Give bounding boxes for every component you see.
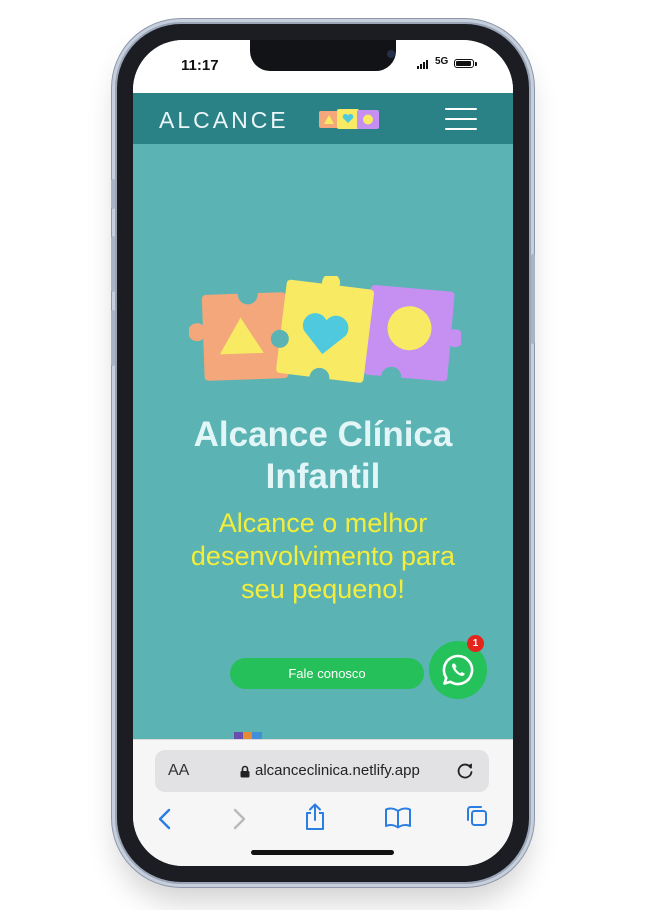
whatsapp-notification-badge: 1 <box>467 635 484 652</box>
whatsapp-icon <box>442 654 474 686</box>
hero-subtitle: Alcance o melhor desenvolvimento para se… <box>145 507 501 606</box>
hamburger-menu-icon[interactable] <box>445 108 477 130</box>
forward-icon[interactable] <box>229 806 249 832</box>
volume-down-button <box>111 310 115 366</box>
hero-title: Alcance Clínica Infantil <box>133 414 513 498</box>
share-icon[interactable] <box>303 802 327 832</box>
battery-icon <box>454 59 474 68</box>
bookmarks-icon[interactable] <box>384 806 412 830</box>
home-indicator[interactable] <box>251 850 394 855</box>
hero-subtitle-line: seu pequeno! <box>241 574 405 604</box>
battery-nub <box>475 62 477 66</box>
status-time: 11:17 <box>181 57 219 74</box>
puzzle-logo-small-icon[interactable] <box>317 105 383 133</box>
network-type: 5G <box>435 56 449 67</box>
back-icon[interactable] <box>155 806 175 832</box>
reload-icon[interactable] <box>455 761 475 781</box>
url-text[interactable]: alcanceclinica.netlify.app <box>255 762 420 779</box>
lock-icon <box>240 765 250 778</box>
phone-frame: 11:17 5G ALCANCE Alcance Clínica Infanti… <box>111 24 535 882</box>
front-camera <box>387 50 395 58</box>
phone-screen: 11:17 5G ALCANCE Alcance Clínica Infanti… <box>133 40 513 866</box>
signal-strength-icon <box>417 60 428 69</box>
brand-name[interactable]: ALCANCE <box>159 107 289 134</box>
volume-up-button <box>111 236 115 292</box>
text-size-button[interactable]: AA <box>168 762 189 780</box>
contact-button[interactable]: Fale conosco <box>230 658 424 689</box>
tabs-icon[interactable] <box>465 804 489 828</box>
hero-subtitle-line: Alcance o melhor <box>218 508 428 538</box>
browser-toolbar: AA alcanceclinica.netlify.app <box>133 739 513 866</box>
hero-section: Alcance Clínica Infantil Alcance o melho… <box>133 144 513 739</box>
site-navbar: ALCANCE <box>133 93 513 144</box>
hero-subtitle-line: desenvolvimento para <box>190 541 456 571</box>
status-bar: 11:17 5G <box>133 40 513 93</box>
next-section-logo-peek <box>234 732 262 739</box>
address-bar[interactable]: AA alcanceclinica.netlify.app <box>155 750 489 792</box>
hero-title-line: Alcance Clínica <box>193 415 453 454</box>
power-button <box>531 254 535 344</box>
puzzle-pieces-logo-icon <box>189 276 461 388</box>
hero-title-line: Infantil <box>265 457 381 496</box>
mute-switch <box>111 179 115 209</box>
dynamic-notch <box>250 40 396 71</box>
text-size-label: AA <box>168 762 190 779</box>
